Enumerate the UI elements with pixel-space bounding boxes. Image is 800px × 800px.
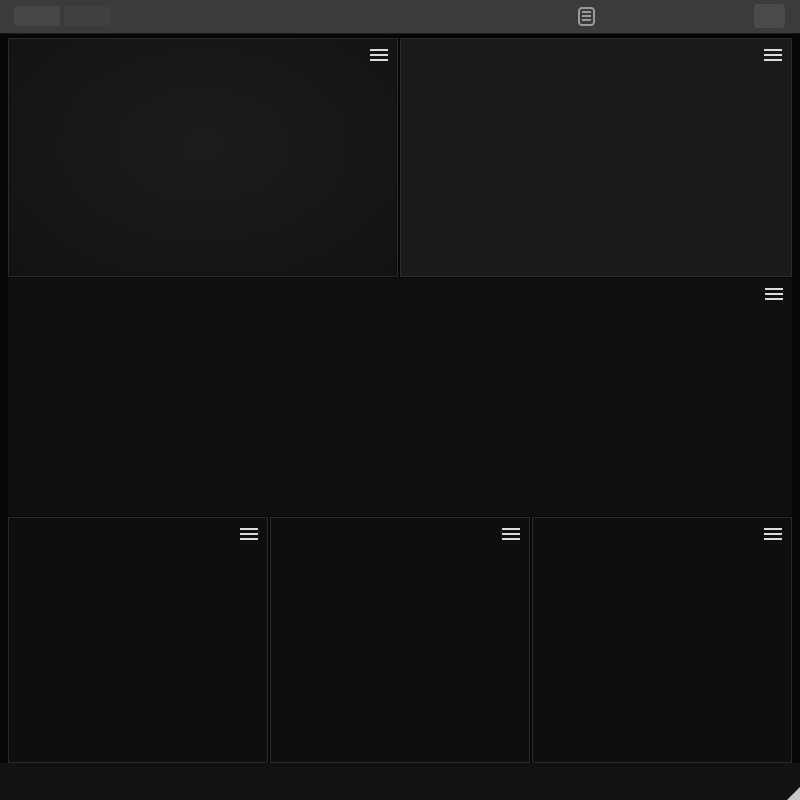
- level-meters-panel: [400, 38, 792, 277]
- spectrum-analyzer-panel: [8, 278, 792, 516]
- brand-text: [0, 763, 800, 800]
- correlation-web: [9, 39, 397, 276]
- report-list-icon[interactable]: [578, 7, 595, 26]
- correlation-matrix-panel: [8, 517, 268, 763]
- density-scope: [533, 518, 791, 762]
- panel-menu-icon[interactable]: [764, 528, 782, 541]
- density-scope-panel: [532, 517, 792, 763]
- level-meters: [401, 39, 791, 276]
- spectrum-analyzer: [8, 278, 792, 516]
- panel-menu-icon[interactable]: [502, 528, 520, 541]
- correlation-web-panel: [8, 38, 398, 277]
- resize-grip[interactable]: [787, 787, 800, 800]
- panel-menu-icon[interactable]: [370, 49, 388, 62]
- undo-button[interactable]: [14, 6, 60, 26]
- panel-menu-icon[interactable]: [764, 49, 782, 62]
- correlation-matrix: [9, 518, 267, 762]
- redo-button[interactable]: [64, 6, 110, 26]
- panel-menu-icon[interactable]: [765, 288, 783, 301]
- panel-menu-icon[interactable]: [240, 528, 258, 541]
- toolbar: [0, 0, 800, 34]
- surround-scope-panel: [270, 517, 530, 763]
- help-button[interactable]: [754, 4, 785, 28]
- footer: [0, 763, 800, 800]
- surround-scope: [271, 518, 529, 762]
